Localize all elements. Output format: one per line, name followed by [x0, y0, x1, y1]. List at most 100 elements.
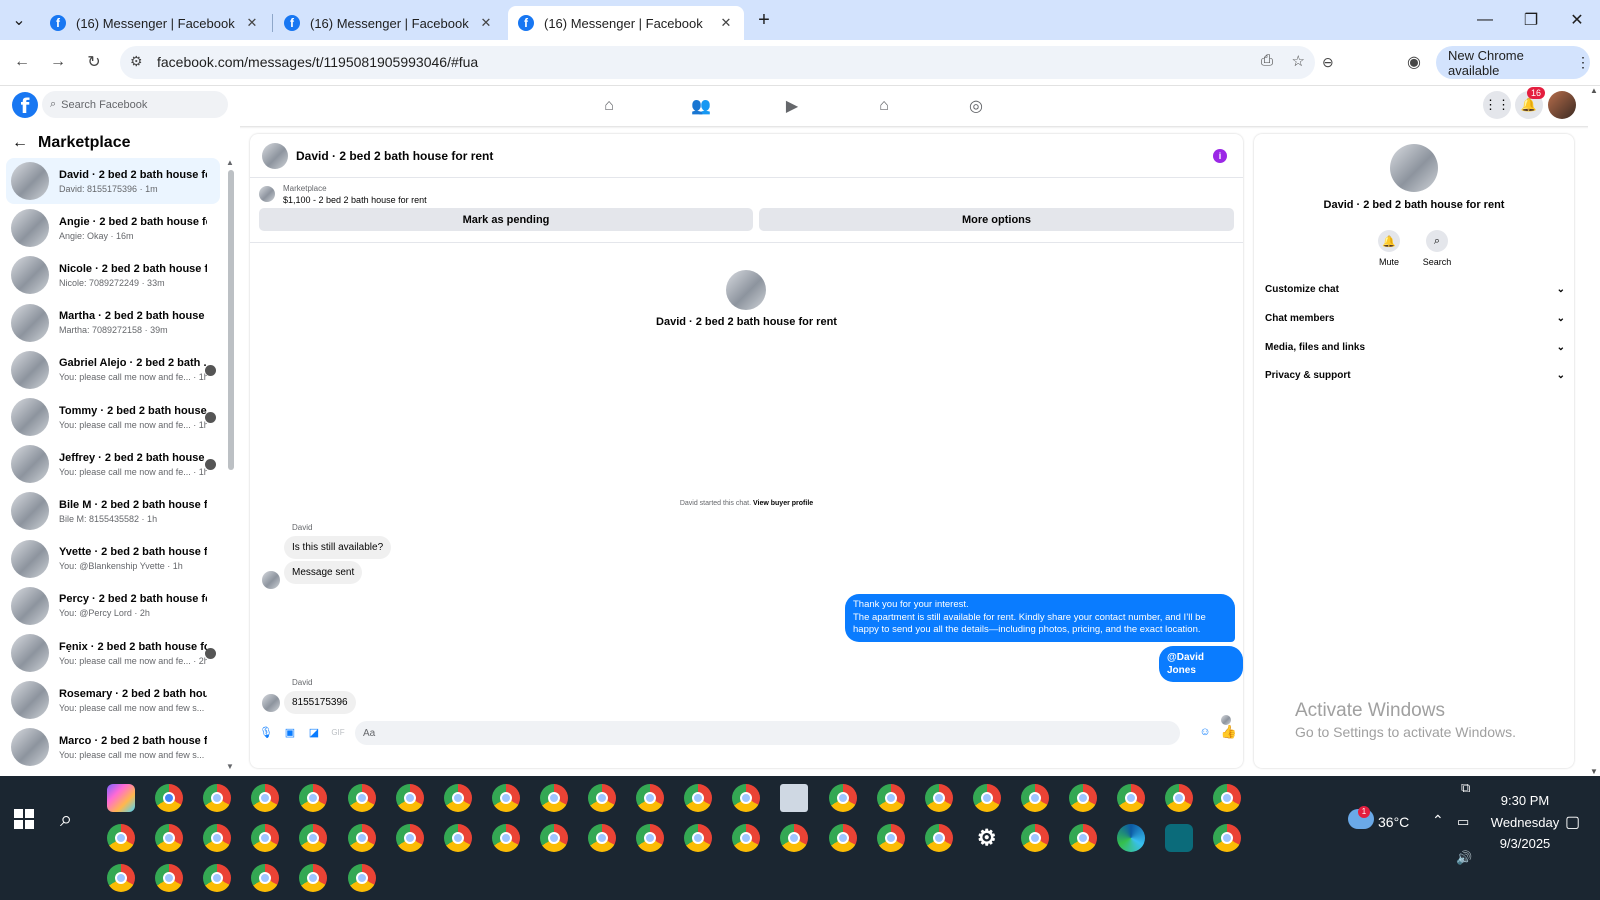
- facebook-logo-icon[interactable]: f: [12, 92, 38, 118]
- chrome-profile-icon[interactable]: [251, 784, 280, 812]
- mark-as-pending-button[interactable]: Mark as pending: [259, 208, 753, 231]
- chrome-profile-icon[interactable]: [539, 784, 568, 812]
- incoming-message-bubble[interactable]: Message sent: [284, 561, 363, 584]
- account-avatar[interactable]: [1548, 91, 1576, 119]
- kebab-menu-icon[interactable]: ⋮: [1576, 54, 1590, 71]
- conversation-item[interactable]: Fẹnix · 2 bed 2 bath house fo... You: ple…: [6, 630, 220, 676]
- chrome-profile-icon[interactable]: [828, 824, 857, 852]
- chrome-profile-icon[interactable]: [732, 784, 761, 812]
- settings-gear-icon[interactable]: ⚙: [973, 824, 1001, 852]
- chrome-profile-icon[interactable]: [347, 864, 376, 892]
- conversation-item[interactable]: David · 2 bed 2 bath house for ... David:…: [6, 158, 220, 204]
- chrome-profile-icon[interactable]: [299, 864, 328, 892]
- chrome-profile-icon[interactable]: [1117, 784, 1146, 812]
- listing-thumbnail[interactable]: [259, 186, 275, 202]
- chrome-profile-icon[interactable]: [636, 824, 665, 852]
- sticker-icon[interactable]: ◪: [307, 725, 321, 739]
- outgoing-message-bubble[interactable]: Thank you for your interest. The apartme…: [845, 594, 1235, 642]
- gif-icon[interactable]: GIF: [331, 725, 345, 739]
- app-icon[interactable]: [1165, 824, 1194, 852]
- conversation-item[interactable]: Tommy · 2 bed 2 bath house ... You: pleas…: [6, 394, 220, 440]
- zoom-icon[interactable]: ⊖: [1322, 54, 1334, 71]
- chrome-profile-icon[interactable]: [107, 864, 135, 892]
- chrome-profile-icon[interactable]: [299, 784, 328, 812]
- clock-time[interactable]: 9:30 PM: [1490, 793, 1560, 808]
- browser-tab-2[interactable]: f (16) Messenger | Facebook ✕: [274, 6, 504, 40]
- chrome-profile-icon[interactable]: [491, 824, 520, 852]
- volume-icon[interactable]: 🔊: [1456, 850, 1472, 866]
- chrome-profile-icon[interactable]: [203, 824, 232, 852]
- browser-tab-3-active[interactable]: f (16) Messenger | Facebook ✕: [508, 6, 744, 40]
- chrome-profile-icon[interactable]: [924, 784, 953, 812]
- menu-grid-icon[interactable]: ⋮⋮: [1483, 91, 1511, 119]
- back-arrow-icon[interactable]: ←: [12, 134, 28, 152]
- restore-window-icon[interactable]: ❐: [1508, 0, 1554, 40]
- thumbs-up-icon[interactable]: 👍: [1221, 724, 1237, 739]
- chrome-profile-icon[interactable]: [1020, 824, 1049, 852]
- chrome-profile-icon[interactable]: [539, 824, 568, 852]
- chrome-profile-icon[interactable]: [491, 784, 520, 812]
- conversation-item[interactable]: Marco · 2 bed 2 bath house for... You: pl…: [6, 724, 220, 770]
- conversation-item[interactable]: Jeffrey · 2 bed 2 bath house f... You: pl…: [6, 441, 220, 487]
- view-buyer-profile-link[interactable]: View buyer profile: [753, 500, 813, 507]
- chrome-profile-icon[interactable]: [828, 784, 857, 812]
- tab-close-icon[interactable]: ✕: [478, 15, 494, 31]
- tab-close-icon[interactable]: ✕: [244, 15, 260, 31]
- chrome-profile-icon[interactable]: [347, 784, 376, 812]
- list-scrollbar[interactable]: [228, 170, 234, 470]
- chrome-profile-icon[interactable]: [155, 824, 184, 852]
- chrome-profile-icon[interactable]: [395, 824, 424, 852]
- info-icon[interactable]: i: [1213, 149, 1227, 163]
- chrome-profile-icon[interactable]: [299, 824, 328, 852]
- new-chrome-available-button[interactable]: New Chrome available ⋮: [1436, 46, 1590, 79]
- chrome-profile-icon[interactable]: [588, 824, 616, 852]
- groups-icon[interactable]: ◎: [964, 94, 988, 118]
- mute-bell-icon[interactable]: 🔔: [1378, 230, 1400, 252]
- info-avatar[interactable]: [1390, 144, 1438, 192]
- conversation-item[interactable]: Yvette · 2 bed 2 bath house for... You: @…: [6, 536, 220, 582]
- profile-icon[interactable]: ◉: [1400, 48, 1428, 76]
- sender-avatar[interactable]: [262, 571, 280, 589]
- chrome-profile-icon[interactable]: [684, 824, 713, 852]
- hidden-icons-chevron-icon[interactable]: ⌃: [1432, 812, 1444, 829]
- install-app-icon[interactable]: ⎙: [1261, 52, 1273, 69]
- info-section-row[interactable]: Customize chat ⌄: [1265, 284, 1565, 295]
- incoming-message-bubble[interactable]: 8155175396: [284, 691, 356, 714]
- browser-tab-1[interactable]: f (16) Messenger | Facebook ✕: [40, 6, 270, 40]
- outgoing-mention-bubble[interactable]: @David Jones: [1159, 646, 1243, 682]
- incoming-message-bubble[interactable]: Is this still available?: [284, 536, 392, 559]
- conversation-item[interactable]: Martha · 2 bed 2 bath house fo... Martha:…: [6, 300, 220, 346]
- chrome-profile-icon[interactable]: [876, 784, 905, 812]
- notification-center-icon[interactable]: ▢: [1565, 812, 1580, 832]
- chrome-profile-icon[interactable]: [107, 824, 135, 852]
- chrome-profile-icon[interactable]: [1165, 784, 1194, 812]
- chrome-profile-icon[interactable]: [924, 824, 953, 852]
- chrome-profile-icon[interactable]: [780, 824, 809, 852]
- video-icon[interactable]: ▶: [780, 94, 804, 118]
- close-window-icon[interactable]: ✕: [1554, 0, 1600, 40]
- chrome-profile-icon[interactable]: [636, 784, 665, 812]
- info-section-row[interactable]: Media, files and links ⌄: [1265, 342, 1565, 353]
- microphone-icon[interactable]: 🎙: [259, 725, 273, 739]
- marketplace-icon[interactable]: ⌂: [872, 94, 896, 118]
- info-section-row[interactable]: Chat members ⌄: [1265, 313, 1565, 324]
- chrome-profile-icon[interactable]: [588, 784, 616, 812]
- chrome-profile-icon[interactable]: [1069, 824, 1097, 852]
- chrome-profile-icon[interactable]: [155, 864, 184, 892]
- tab-search-chevron-icon[interactable]: ⌄: [0, 0, 38, 40]
- address-bar[interactable]: ⚙ facebook.com/messages/t/11950819059930…: [120, 46, 1315, 79]
- site-info-icon[interactable]: ⚙: [130, 53, 143, 70]
- conversation-item[interactable]: Nicole · 2 bed 2 bath house for... Nicole…: [6, 252, 220, 298]
- conversation-item[interactable]: Gabriel Alejo · 2 bed 2 bath ... You: ple…: [6, 347, 220, 393]
- chrome-profile-icon[interactable]: [347, 824, 376, 852]
- conversation-item[interactable]: Percy · 2 bed 2 bath house for r... You: …: [6, 583, 220, 629]
- chrome-profile-icon[interactable]: [1213, 784, 1242, 812]
- page-scrollbar[interactable]: ▲ ▼: [1588, 86, 1600, 776]
- clock-day[interactable]: Wednesday: [1480, 815, 1570, 830]
- chrome-profile-icon[interactable]: [443, 824, 472, 852]
- chrome-profile-icon[interactable]: [1020, 784, 1049, 812]
- copilot-icon[interactable]: [107, 784, 135, 812]
- chat-title[interactable]: David · 2 bed 2 bath house for rent: [296, 149, 493, 163]
- chrome-profile-icon[interactable]: [155, 784, 184, 812]
- chrome-profile-icon[interactable]: [684, 784, 713, 812]
